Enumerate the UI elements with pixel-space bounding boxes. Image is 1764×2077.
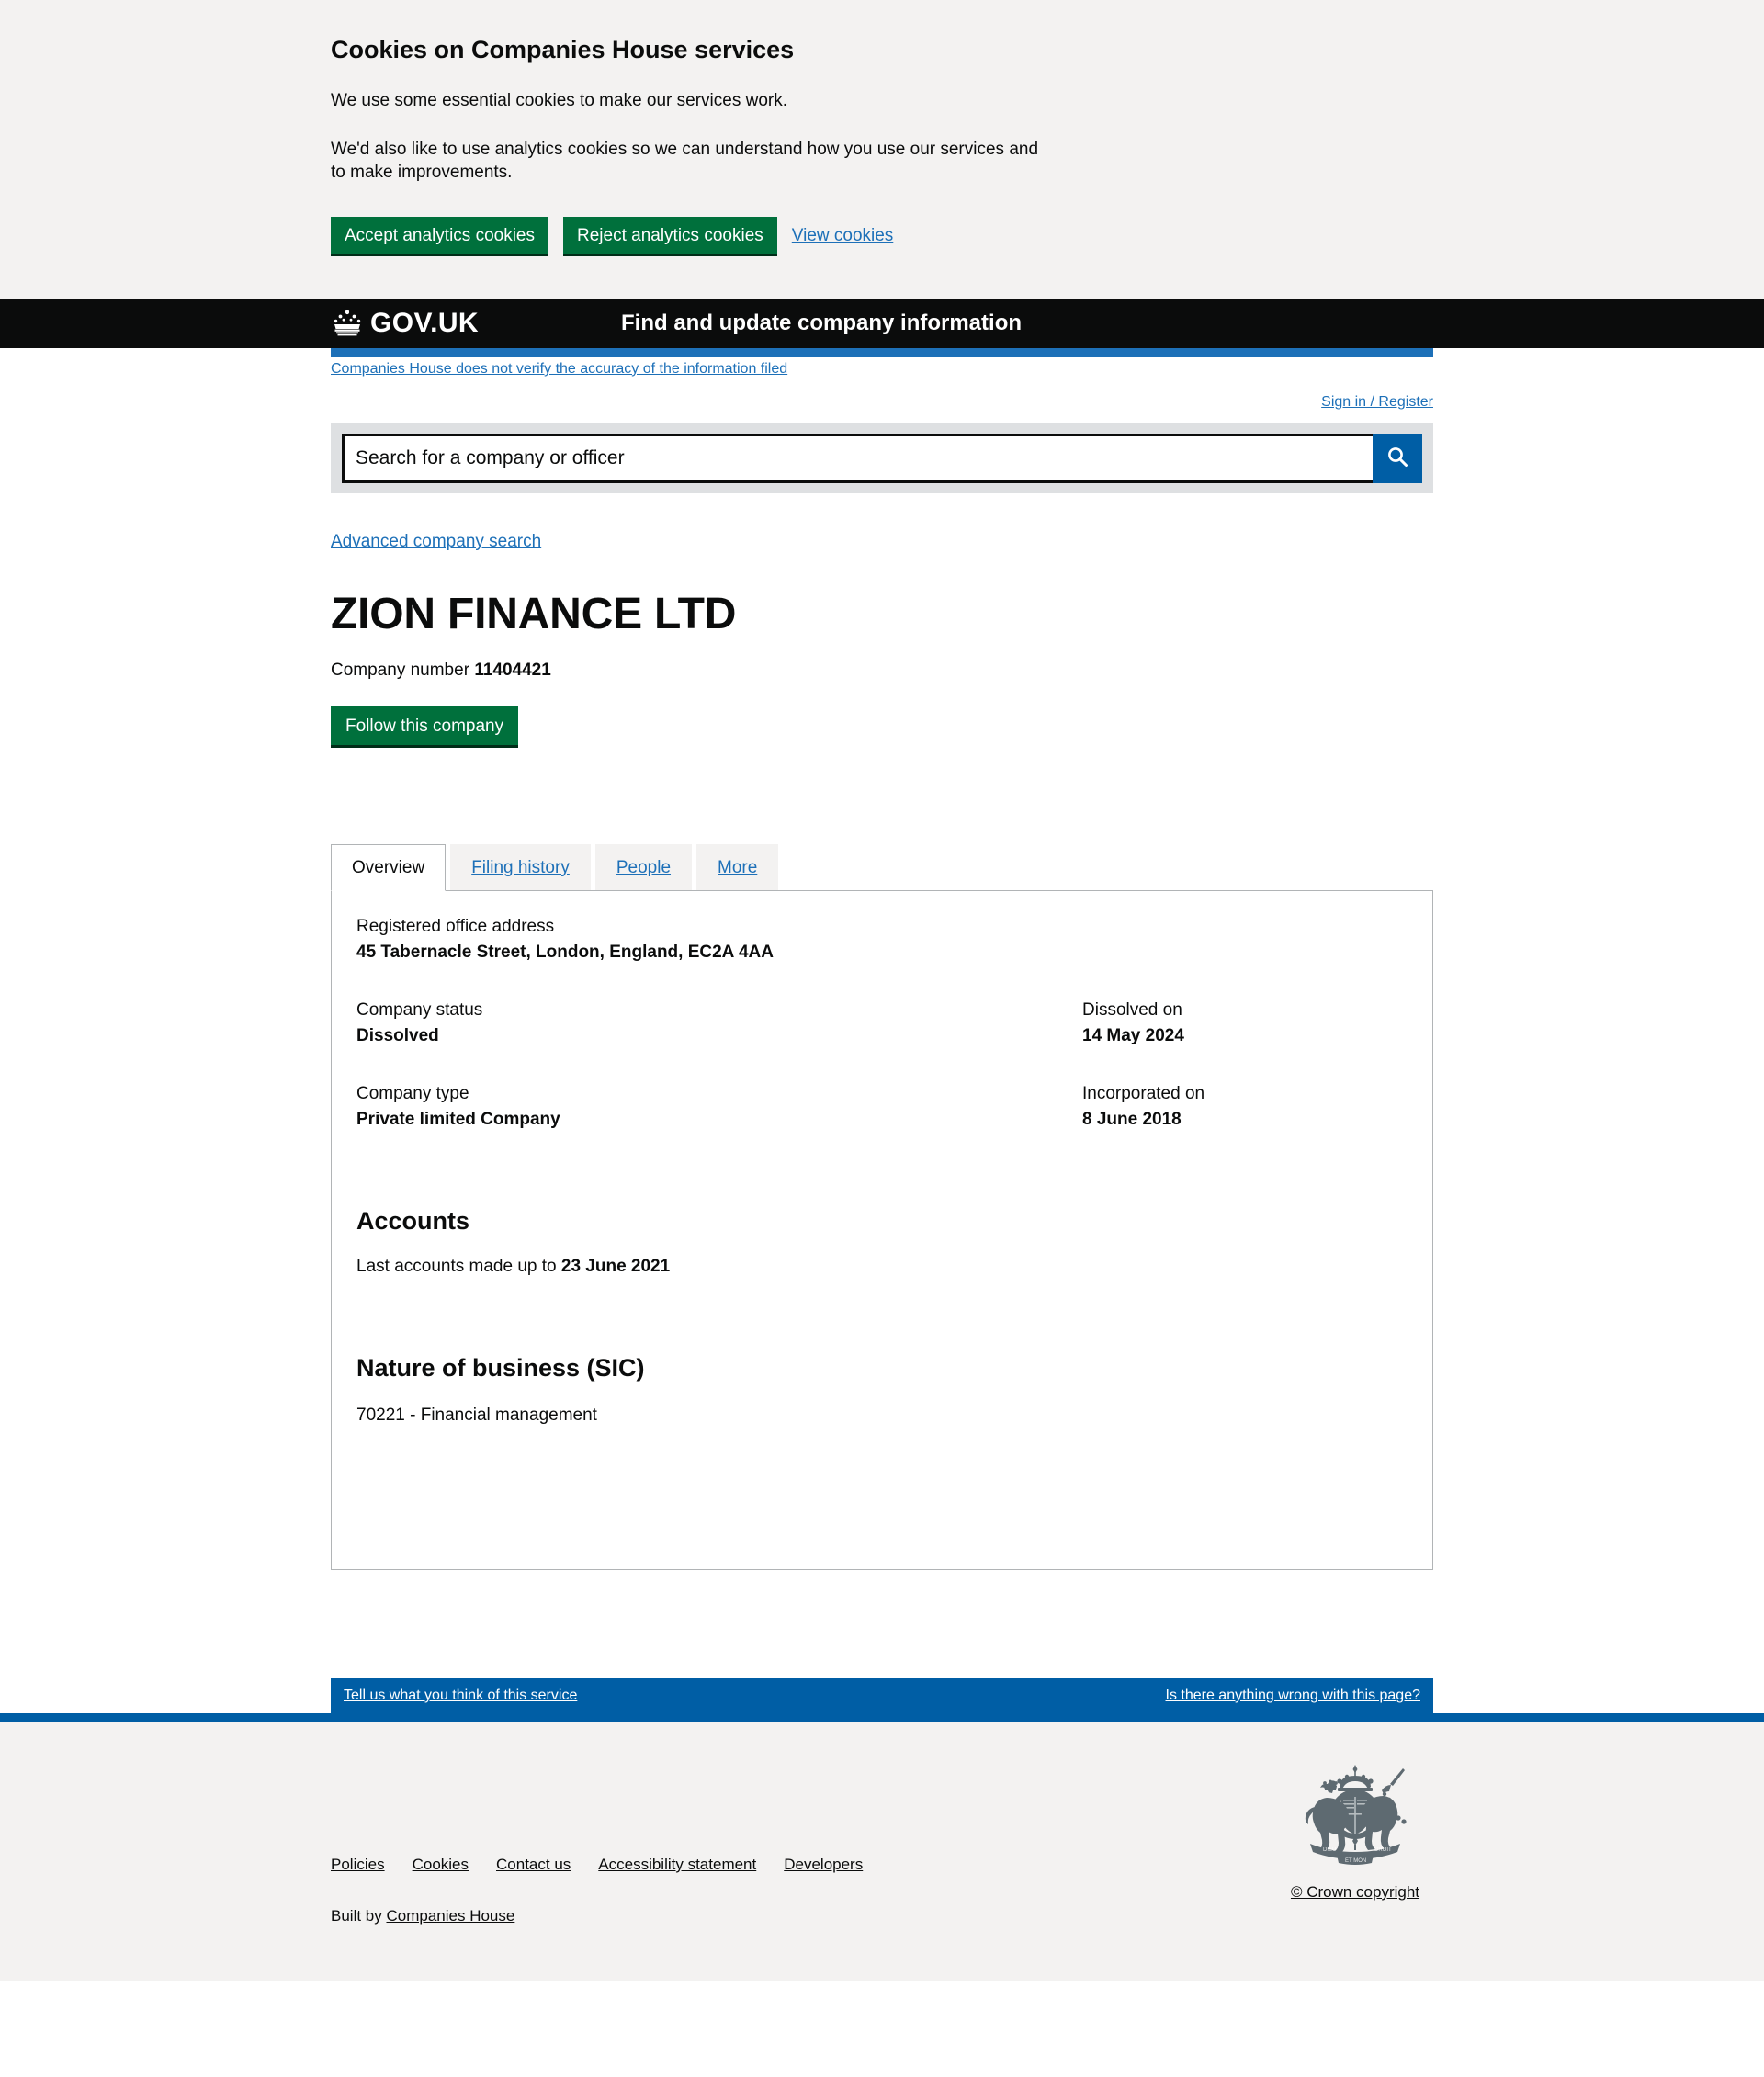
tab-list: Overview Filing history People More (331, 844, 1433, 891)
footer-link-contact-us[interactable]: Contact us (496, 1856, 571, 1874)
svg-text:ET MON: ET MON (1345, 1858, 1366, 1864)
tab-overview-label: Overview (352, 858, 425, 877)
incorporated-on-label: Incorporated on (1082, 1084, 1205, 1103)
govuk-wordmark: GOV.UK (370, 307, 479, 338)
footer-link-cookies[interactable]: Cookies (413, 1856, 469, 1874)
company-type-label: Company type (356, 1084, 469, 1103)
sic-heading: Nature of business (SIC) (356, 1354, 645, 1382)
sic-value: 70221 - Financial management (356, 1405, 597, 1425)
royal-coat-of-arms-icon: DIEU DROIT ET MON (1286, 1765, 1424, 1875)
search-container (331, 423, 1433, 493)
feedback-bar-container: Tell us what you think of this service I… (331, 1678, 1433, 1713)
company-status-label: Company status (356, 1000, 483, 1020)
registered-office-label: Registered office address (356, 917, 555, 936)
advanced-search-row: Advanced company search (331, 493, 1433, 552)
feedback-spacer (0, 1570, 1764, 1678)
footer-blue-strip (0, 1713, 1764, 1722)
company-status-value: Dissolved (356, 1026, 439, 1045)
page-footer: Policies Cookies Contact us Accessibilit… (0, 1722, 1764, 1981)
accounts-row: Last accounts made up to 23 June 2021 (356, 1257, 1408, 1277)
company-tabs: Overview Filing history People More Regi… (331, 844, 1433, 1570)
crown-copyright-block: DIEU DROIT ET MON © Crown copyright (1277, 1759, 1433, 1902)
footer-link-accessibility-statement[interactable]: Accessibility statement (598, 1856, 756, 1874)
accounts-date: 23 June 2021 (560, 1257, 671, 1276)
search-icon (1385, 445, 1409, 471)
accuracy-disclaimer-link[interactable]: Companies House does not verify the accu… (331, 361, 787, 377)
status-row: Company status Dissolved Dissolved on 14… (356, 1000, 1408, 1046)
company-number-value: 11404421 (474, 660, 551, 681)
service-name: Find and update company information (621, 310, 1023, 335)
footer-left: Policies Cookies Contact us Accessibilit… (331, 1856, 863, 1925)
sign-in-register-link[interactable]: Sign in / Register (1321, 394, 1433, 410)
crown-copyright-link[interactable]: © Crown copyright (1277, 1883, 1433, 1902)
footer-link-policies[interactable]: Policies (331, 1856, 385, 1874)
overview-panel: Registered office address 45 Tabernacle … (331, 890, 1433, 1570)
accounts-heading: Accounts (356, 1207, 470, 1235)
svg-text:DIEU: DIEU (1323, 1847, 1336, 1853)
report-problem-link[interactable]: Is there anything wrong with this page? (1166, 1688, 1421, 1704)
footer-links: Policies Cookies Contact us Accessibilit… (331, 1856, 863, 1874)
follow-this-company-button[interactable]: Follow this company (331, 706, 519, 748)
tab-filing-history-label[interactable]: Filing history (471, 858, 570, 877)
tell-us-feedback-link[interactable]: Tell us what you think of this service (344, 1688, 577, 1704)
blue-rule-container (331, 347, 1433, 357)
tab-more[interactable]: More (696, 844, 779, 890)
cookie-banner: Cookies on Companies House services We u… (0, 0, 1764, 299)
cookie-banner-title: Cookies on Companies House services (331, 36, 795, 63)
tab-more-label[interactable]: More (718, 858, 757, 877)
company-type-value: Private limited Company (356, 1110, 560, 1129)
built-by-prefix: Built by (331, 1907, 387, 1925)
cookie-banner-paragraph-2: We'd also like to use analytics cookies … (331, 139, 1039, 182)
cookie-banner-actions: Accept analytics cookies Reject analytic… (331, 216, 1433, 256)
tab-filing-history[interactable]: Filing history (450, 844, 591, 890)
disclaimer-row: Companies House does not verify the accu… (331, 357, 1433, 378)
tab-overview[interactable]: Overview (331, 844, 447, 891)
reject-analytics-cookies-button[interactable]: Reject analytics cookies (563, 216, 777, 256)
blue-rule (331, 347, 1433, 357)
search-input[interactable] (342, 433, 1373, 483)
cookie-banner-paragraph-1: We use some essential cookies to make ou… (331, 90, 788, 110)
tab-people-label[interactable]: People (616, 858, 671, 877)
built-by-row: Built by Companies House (331, 1907, 863, 1925)
search-button[interactable] (1373, 433, 1422, 483)
feedback-bar: Tell us what you think of this service I… (331, 1678, 1433, 1713)
type-row: Company type Private limited Company Inc… (356, 1084, 1408, 1130)
view-cookies-link[interactable]: View cookies (792, 226, 894, 246)
company-number-label: Company number (331, 660, 470, 681)
accounts-prefix: Last accounts made up to (356, 1257, 561, 1276)
company-number-row: Company number 11404421 (331, 660, 1433, 681)
accept-analytics-cookies-button[interactable]: Accept analytics cookies (331, 216, 548, 256)
tab-people[interactable]: People (594, 844, 693, 890)
built-by-companies-house-link[interactable]: Companies House (386, 1907, 514, 1925)
crown-icon (331, 309, 364, 338)
page-root: Cookies on Companies House services We u… (0, 0, 1764, 1981)
govuk-header: GOV.UK Find and update company informati… (0, 298, 1764, 348)
dissolved-on-label: Dissolved on (1082, 1000, 1182, 1020)
advanced-company-search-link[interactable]: Advanced company search (331, 532, 541, 551)
main-content: Advanced company search ZION FINANCE LTD… (331, 493, 1433, 1570)
footer-link-developers[interactable]: Developers (784, 1856, 863, 1874)
sign-in-row: Sign in / Register (331, 378, 1433, 411)
svg-text:DROIT: DROIT (1374, 1847, 1392, 1853)
incorporated-on-value: 8 June 2018 (1082, 1110, 1182, 1129)
dissolved-on-value: 14 May 2024 (1082, 1026, 1184, 1045)
registered-office-value: 45 Tabernacle Street, London, England, E… (356, 943, 774, 962)
govuk-logo-link[interactable]: GOV.UK (331, 309, 479, 338)
page-title: ZION FINANCE LTD (331, 589, 737, 638)
